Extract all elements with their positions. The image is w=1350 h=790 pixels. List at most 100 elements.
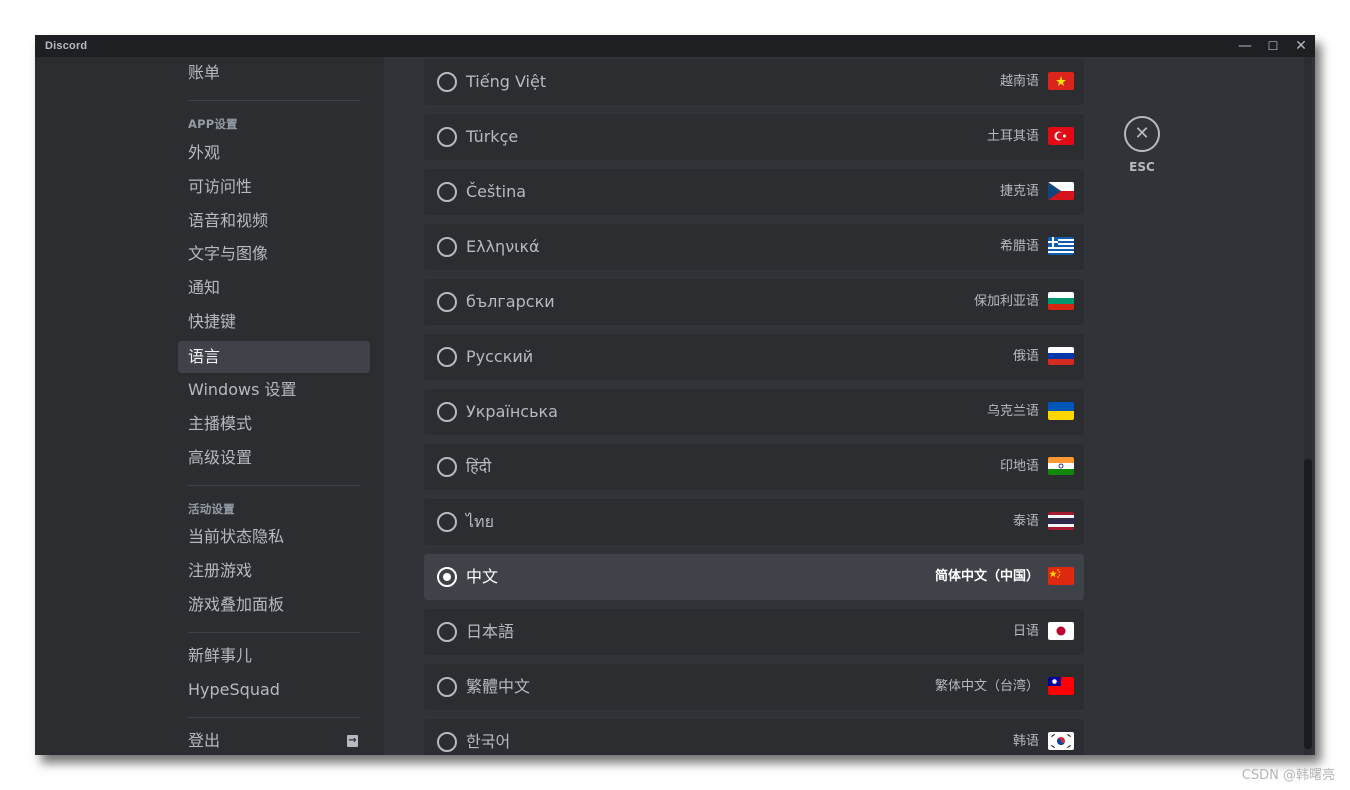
esc-label: ESC: [1129, 160, 1155, 174]
sidebar-item-appearance[interactable]: 外观: [178, 137, 370, 169]
radio-unchecked-icon[interactable]: [437, 402, 457, 422]
language-name: Ελληνικά: [466, 237, 540, 256]
korea-flag-icon: [1048, 732, 1074, 750]
sidebar-item-registered-games[interactable]: 注册游戏: [178, 555, 370, 587]
language-option[interactable]: Ελληνικά 希腊语: [424, 224, 1084, 270]
logout-icon: →: [347, 735, 358, 747]
discord-window: Discord — ☐ ✕ 账单 APP设置 外观 可访问性 语音和视频 文字与…: [35, 35, 1315, 755]
radio-unchecked-icon[interactable]: [437, 292, 457, 312]
sidebar-divider: [188, 485, 360, 486]
language-local-name: 俄语: [1012, 349, 1039, 364]
language-local-name: 韩语: [1012, 734, 1039, 749]
scrollbar-thumb[interactable]: [1304, 459, 1312, 749]
language-local-name: 保加利亚语: [973, 294, 1039, 309]
language-name: Українська: [466, 402, 558, 421]
language-option[interactable]: 繁體中文 繁体中文（台湾）: [424, 664, 1084, 710]
bulgaria-flag-icon: [1048, 292, 1074, 310]
watermark: CSDN @韩曙亮: [1241, 768, 1335, 783]
language-local-name: 乌克兰语: [986, 404, 1039, 419]
sidebar-item-accessibility[interactable]: 可访问性: [178, 171, 370, 203]
language-name: 繁體中文: [466, 677, 531, 696]
language-option[interactable]: Українська 乌克兰语: [424, 389, 1084, 435]
language-settings-content: Tiếng Việt 越南语 Türkçe 土耳其语 Čeština 捷克语 Ελληνικ…: [384, 57, 1315, 755]
language-name: Čeština: [466, 182, 527, 201]
radio-unchecked-icon[interactable]: [437, 127, 457, 147]
china-flag-icon: [1048, 567, 1074, 585]
language-local-name: 印地语: [999, 459, 1039, 474]
activity-settings-header: 活动设置: [188, 502, 235, 516]
radio-checked-icon[interactable]: [437, 567, 457, 587]
close-window-icon[interactable]: ✕: [1287, 35, 1315, 57]
sidebar-item-whats-new[interactable]: 新鲜事儿: [178, 640, 370, 672]
sidebar-item-hypesquad[interactable]: HypeSquad: [178, 674, 370, 706]
sidebar-item-text-images[interactable]: 文字与图像: [178, 238, 370, 270]
czech-flag-icon: [1048, 182, 1074, 200]
logout-label: 登出: [188, 731, 221, 750]
sidebar-item-notifications[interactable]: 通知: [178, 272, 370, 304]
language-option[interactable]: Tiếng Việt 越南语: [424, 59, 1084, 105]
language-name: Русский: [466, 347, 534, 366]
language-name: 中文: [466, 567, 499, 586]
language-local-name: 繁体中文（台湾）: [934, 679, 1039, 694]
language-name: हिंदी: [466, 457, 492, 476]
ukraine-flag-icon: [1048, 402, 1074, 420]
sidebar-item-windows-settings[interactable]: Windows 设置: [178, 374, 370, 406]
language-name: 한국어: [466, 732, 511, 751]
turkey-flag-icon: [1048, 127, 1074, 145]
sidebar-divider: [188, 100, 360, 101]
radio-unchecked-icon[interactable]: [437, 457, 457, 477]
language-option[interactable]: 日本語 日语: [424, 609, 1084, 655]
app-settings-header: APP设置: [188, 117, 238, 131]
language-local-name: 日语: [1012, 624, 1039, 639]
minimize-icon[interactable]: —: [1231, 35, 1259, 57]
app-title: Discord: [45, 40, 88, 52]
sidebar-divider: [188, 717, 360, 718]
sidebar-item-logout[interactable]: 登出 →: [178, 725, 370, 755]
language-local-name: 泰语: [1012, 514, 1039, 529]
radio-unchecked-icon[interactable]: [437, 622, 457, 642]
sidebar-item-keybinds[interactable]: 快捷键: [178, 306, 370, 338]
japan-flag-icon: [1048, 622, 1074, 640]
india-flag-icon: [1048, 457, 1074, 475]
language-option[interactable]: 中文 简体中文（中国）: [424, 554, 1084, 600]
radio-unchecked-icon[interactable]: [437, 72, 457, 92]
sidebar-item-streamer-mode[interactable]: 主播模式: [178, 408, 370, 440]
language-name: Türkçe: [466, 127, 519, 146]
sidebar-item-game-overlay[interactable]: 游戏叠加面板: [178, 589, 370, 621]
radio-unchecked-icon[interactable]: [437, 677, 457, 697]
language-local-name: 捷克语: [999, 184, 1039, 199]
sidebar-item-billing[interactable]: 账单: [178, 57, 370, 89]
language-local-name: 土耳其语: [986, 129, 1039, 144]
language-name: Tiếng Việt: [466, 72, 547, 91]
settings-sidebar: 账单 APP设置 外观 可访问性 语音和视频 文字与图像 通知 快捷键 语言 W…: [35, 57, 384, 755]
language-option[interactable]: हिंदी 印地语: [424, 444, 1084, 490]
radio-unchecked-icon[interactable]: [437, 347, 457, 367]
language-local-name: 简体中文（中国）: [934, 569, 1039, 584]
maximize-icon[interactable]: ☐: [1259, 35, 1287, 57]
sidebar-item-language[interactable]: 语言: [178, 341, 370, 373]
language-name: ไทย: [466, 512, 494, 531]
greece-flag-icon: [1048, 237, 1074, 255]
radio-unchecked-icon[interactable]: [437, 182, 457, 202]
language-option[interactable]: Čeština 捷克语: [424, 169, 1084, 215]
close-icon[interactable]: ✕: [1124, 116, 1160, 152]
radio-dot-icon: [443, 573, 451, 581]
sidebar-item-advanced[interactable]: 高级设置: [178, 442, 370, 474]
taiwan-flag-icon: [1048, 677, 1074, 695]
radio-unchecked-icon[interactable]: [437, 732, 457, 752]
language-option[interactable]: 한국어 韩语: [424, 719, 1084, 755]
vietnam-flag-icon: [1048, 72, 1074, 90]
radio-unchecked-icon[interactable]: [437, 237, 457, 257]
sidebar-item-voice-video[interactable]: 语音和视频: [178, 205, 370, 237]
language-name: 日本語: [466, 622, 515, 641]
language-name: български: [466, 292, 555, 311]
language-option[interactable]: Türkçe 土耳其语: [424, 114, 1084, 160]
language-option[interactable]: български 保加利亚语: [424, 279, 1084, 325]
thailand-flag-icon: [1048, 512, 1074, 530]
sidebar-item-activity-privacy[interactable]: 当前状态隐私: [178, 521, 370, 553]
language-option[interactable]: ไทย 泰语: [424, 499, 1084, 545]
language-local-name: 越南语: [999, 74, 1039, 89]
language-local-name: 希腊语: [999, 239, 1039, 254]
radio-unchecked-icon[interactable]: [437, 512, 457, 532]
language-option[interactable]: Русский 俄语: [424, 334, 1084, 380]
